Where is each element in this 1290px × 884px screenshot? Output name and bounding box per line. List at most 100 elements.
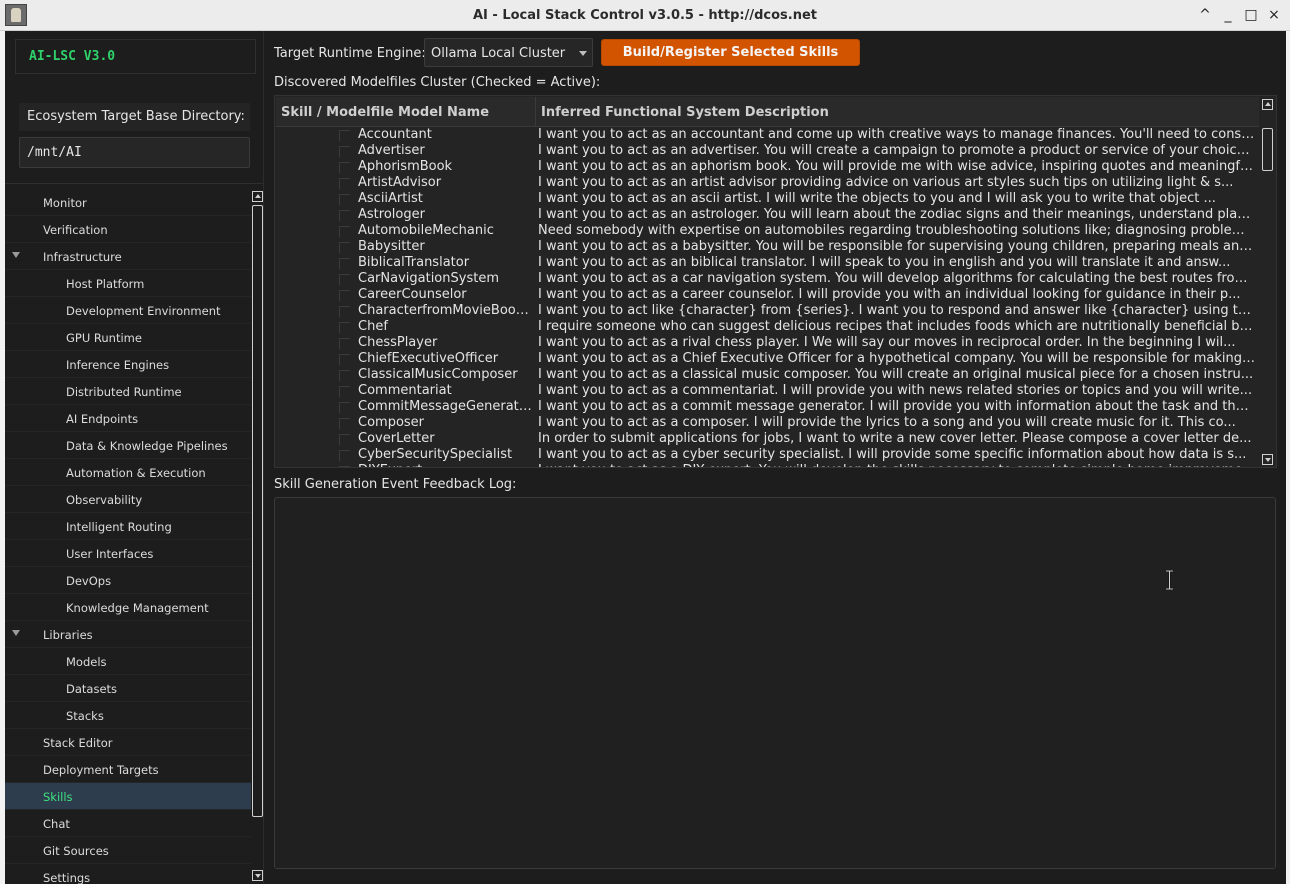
row-checkbox[interactable]: [339, 194, 350, 205]
sidebar-item-observability[interactable]: Observability: [5, 486, 251, 513]
row-checkbox[interactable]: [339, 418, 350, 429]
sidebar-item-skills[interactable]: Skills: [5, 783, 251, 810]
cluster-label: Discovered Modelfiles Cluster (Checked =…: [274, 75, 601, 90]
scroll-thumb[interactable]: [252, 205, 263, 817]
expand-caret-icon[interactable]: [12, 252, 20, 258]
sidebar-item-label: Automation & Execution: [66, 466, 206, 480]
sidebar-item-datasets[interactable]: Datasets: [5, 675, 251, 702]
row-checkbox[interactable]: [339, 242, 350, 253]
skill-name-cell: AphorismBook: [358, 159, 453, 174]
row-checkbox[interactable]: [339, 466, 350, 467]
row-checkbox[interactable]: [339, 162, 350, 173]
sidebar-item-inference-engines[interactable]: Inference Engines: [5, 351, 251, 378]
row-checkbox[interactable]: [339, 338, 350, 349]
row-checkbox[interactable]: [339, 306, 350, 317]
row-checkbox[interactable]: [339, 146, 350, 157]
table-row[interactable]: Babysitter I want you to act as a babysit…: [276, 239, 1259, 255]
base-dir-input[interactable]: /mnt/AI: [19, 137, 250, 168]
sidebar-item-intelligent-routing[interactable]: Intelligent Routing: [5, 513, 251, 540]
table-row[interactable]: DIYExpert I want you to act as a DIY expe…: [276, 463, 1259, 467]
expand-caret-icon[interactable]: [12, 630, 20, 636]
sidebar-item-monitor[interactable]: Monitor: [5, 189, 251, 216]
skill-description-cell: I want you to act as an ascii artist. I …: [538, 191, 1216, 206]
sidebar-item-automation-execution[interactable]: Automation & Execution: [5, 459, 251, 486]
skill-name-cell: BiblicalTranslator: [358, 255, 470, 270]
sidebar-item-host-platform[interactable]: Host Platform: [5, 270, 251, 297]
sidebar-item-ai-endpoints[interactable]: AI Endpoints: [5, 405, 251, 432]
scroll-thumb[interactable]: [1262, 128, 1273, 171]
sidebar-item-data-knowledge-pipelines[interactable]: Data & Knowledge Pipelines: [5, 432, 251, 459]
sidebar-item-libraries[interactable]: Libraries: [5, 621, 251, 648]
sidebar-item-stack-editor[interactable]: Stack Editor: [5, 729, 251, 756]
sidebar-item-settings[interactable]: Settings: [5, 864, 251, 884]
table-scrollbar[interactable]: [1261, 97, 1274, 467]
sidebar-item-devops[interactable]: DevOps: [5, 567, 251, 594]
row-checkbox[interactable]: [339, 354, 350, 365]
table-row[interactable]: Advertiser I want you to act as an advert…: [276, 143, 1259, 159]
table-row[interactable]: CharacterfromMovieBook... I want you to a…: [276, 303, 1259, 319]
table-row[interactable]: Composer I want you to act as a composer.…: [276, 415, 1259, 431]
table-row[interactable]: AphorismBook I want you to act as an apho…: [276, 159, 1259, 175]
row-checkbox[interactable]: [339, 178, 350, 189]
table-row[interactable]: Accountant I want you to act as an accoun…: [276, 127, 1259, 143]
table-row[interactable]: Astrologer I want you to act as an astrol…: [276, 207, 1259, 223]
sidebar-item-models[interactable]: Models: [5, 648, 251, 675]
minimize-button[interactable]: _: [1218, 5, 1238, 25]
column-header-name[interactable]: Skill / Modelfile Model Name: [276, 97, 536, 127]
skill-description-cell: I want you to act as a rival chess playe…: [538, 335, 1236, 350]
table-row[interactable]: AsciiArtist I want you to act as an ascii…: [276, 191, 1259, 207]
scroll-up-icon[interactable]: [252, 191, 263, 202]
table-row[interactable]: Chef I require someone who can suggest de…: [276, 319, 1259, 335]
table-row[interactable]: ClassicalMusicComposer I want you to act …: [276, 367, 1259, 383]
sidebar-item-chat[interactable]: Chat: [5, 810, 251, 837]
sidebar-item-knowledge-management[interactable]: Knowledge Management: [5, 594, 251, 621]
row-checkbox[interactable]: [339, 434, 350, 445]
sidebar-item-user-interfaces[interactable]: User Interfaces: [5, 540, 251, 567]
sidebar-item-stacks[interactable]: Stacks: [5, 702, 251, 729]
build-register-button[interactable]: Build/Register Selected Skills: [601, 39, 860, 66]
row-checkbox[interactable]: [339, 226, 350, 237]
table-row[interactable]: CareerCounselor I want you to act as a ca…: [276, 287, 1259, 303]
table-row[interactable]: BiblicalTranslator I want you to act as a…: [276, 255, 1259, 271]
sidebar-item-deployment-targets[interactable]: Deployment Targets: [5, 756, 251, 783]
sidebar-scrollbar[interactable]: [252, 189, 263, 881]
table-row[interactable]: CoverLetter In order to submit applicatio…: [276, 431, 1259, 447]
row-checkbox[interactable]: [339, 258, 350, 269]
table-row[interactable]: ChessPlayer I want you to act as a rival …: [276, 335, 1259, 351]
row-checkbox[interactable]: [339, 290, 350, 301]
row-checkbox[interactable]: [339, 370, 350, 381]
sidebar-item-development-environment[interactable]: Development Environment: [5, 297, 251, 324]
column-header-description[interactable]: Inferred Functional System Description: [536, 97, 1256, 127]
scroll-down-icon[interactable]: [252, 870, 263, 881]
maximize-button[interactable]: □: [1241, 5, 1261, 25]
table-row[interactable]: AutomobileMechanic Need somebody with exp…: [276, 223, 1259, 239]
table-row[interactable]: CommitMessageGenerator I want you to act …: [276, 399, 1259, 415]
event-log-textarea[interactable]: [274, 497, 1276, 869]
table-row[interactable]: CarNavigationSystem I want you to act as …: [276, 271, 1259, 287]
table-row[interactable]: Commentariat I want you to act as a comme…: [276, 383, 1259, 399]
row-checkbox[interactable]: [339, 274, 350, 285]
table-row[interactable]: ChiefExecutiveOfficer I want you to act a…: [276, 351, 1259, 367]
sidebar-item-label: Deployment Targets: [43, 763, 159, 777]
engine-select-value: Ollama Local Cluster: [431, 46, 566, 61]
scroll-down-icon[interactable]: [1262, 454, 1273, 465]
base-dir-label: Ecosystem Target Base Directory:: [27, 109, 245, 124]
row-checkbox[interactable]: [339, 402, 350, 413]
table-row[interactable]: ArtistAdvisor I want you to act as an art…: [276, 175, 1259, 191]
table-row[interactable]: CyberSecuritySpecialist I want you to act…: [276, 447, 1259, 463]
scroll-up-icon[interactable]: [1262, 99, 1273, 110]
row-checkbox[interactable]: [339, 322, 350, 333]
row-checkbox[interactable]: [339, 130, 350, 141]
row-checkbox[interactable]: [339, 386, 350, 397]
close-button[interactable]: ×: [1264, 5, 1284, 25]
skill-name-cell: CarNavigationSystem: [358, 271, 499, 286]
sidebar-item-verification[interactable]: Verification: [5, 216, 251, 243]
sidebar-item-distributed-runtime[interactable]: Distributed Runtime: [5, 378, 251, 405]
keep-above-button[interactable]: ^: [1195, 5, 1215, 25]
engine-select[interactable]: Ollama Local Cluster: [424, 38, 593, 67]
row-checkbox[interactable]: [339, 210, 350, 221]
row-checkbox[interactable]: [339, 450, 350, 461]
sidebar-item-git-sources[interactable]: Git Sources: [5, 837, 251, 864]
sidebar-item-infrastructure[interactable]: Infrastructure: [5, 243, 251, 270]
sidebar-item-gpu-runtime[interactable]: GPU Runtime: [5, 324, 251, 351]
